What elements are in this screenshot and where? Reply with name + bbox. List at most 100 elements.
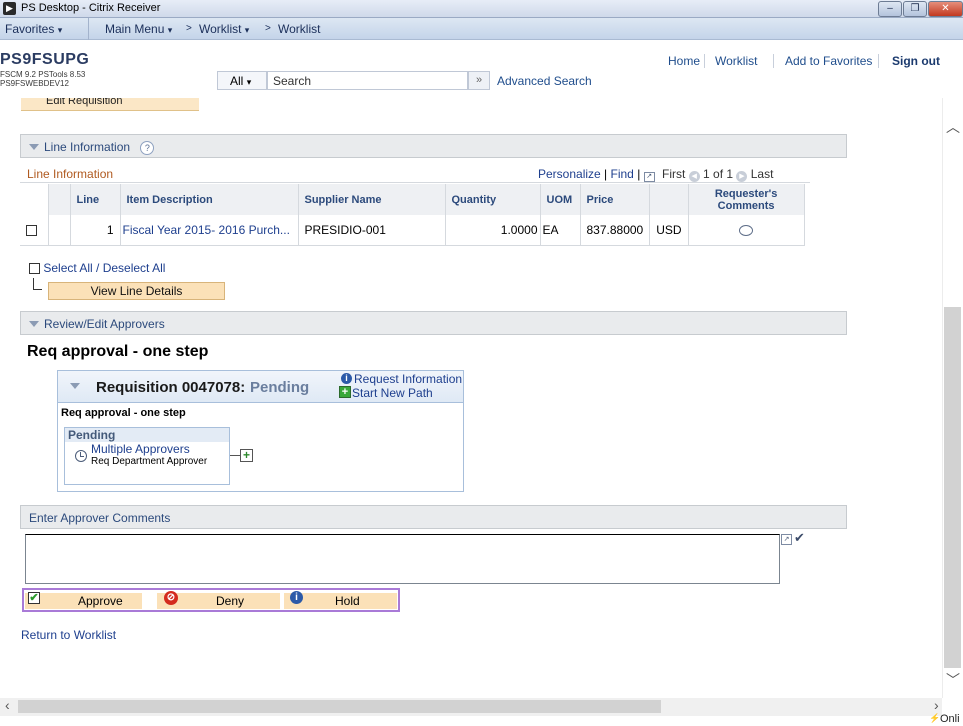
content-area: Edit Requisition Line Information ? Line… (0, 98, 942, 698)
approver-comments-textarea[interactable] (25, 534, 780, 584)
search-go-button[interactable]: » (468, 71, 490, 90)
select-all-checkbox[interactable] (29, 263, 40, 275)
deny-button[interactable]: Deny (216, 594, 244, 608)
line-grid-header-bar: Line Information Personalize | Find | ↗ … (20, 164, 810, 183)
breadcrumb-separator-icon: > (186, 23, 192, 34)
clock-icon (75, 450, 87, 462)
column-header-uom: UOM (540, 184, 581, 215)
approval-path-title: Req approval - one step (61, 407, 186, 419)
select-all-link[interactable]: Select All / Deselect All (43, 261, 165, 275)
approve-button[interactable]: Approve (78, 594, 123, 608)
link-divider (773, 54, 774, 68)
add-to-favorites-link[interactable]: Add to Favorites (785, 54, 872, 68)
comment-bubble-icon[interactable] (739, 225, 754, 237)
vertical-scroll-thumb[interactable] (944, 307, 961, 668)
home-link[interactable]: Home (668, 54, 700, 68)
review-approvers-section-header[interactable]: Review/Edit Approvers (20, 311, 847, 335)
column-header-currency (649, 184, 689, 215)
connector-line (230, 455, 240, 456)
column-header-price: Price (580, 184, 651, 215)
breadcrumb-worklist-menu[interactable]: Worklist ▾ (199, 22, 249, 36)
line-number: 1 (70, 215, 121, 246)
collapse-triangle-icon[interactable] (70, 383, 80, 389)
find-link[interactable]: Find (611, 167, 634, 181)
chevron-down-icon: ▾ (244, 25, 250, 35)
approve-check-icon: ✔ (28, 592, 40, 604)
last-label[interactable]: Last (751, 167, 774, 181)
item-description-link[interactable]: Fiscal Year 2015- 2016 Purch... (120, 215, 299, 246)
column-header-supplier: Supplier Name (298, 184, 446, 215)
previous-icon[interactable]: ◀ (688, 171, 700, 182)
system-name: PS9FSUPG (0, 51, 90, 68)
row-count: 1 of 1 (703, 167, 734, 181)
close-button[interactable]: ✕ (928, 1, 963, 17)
select-column-header (20, 184, 49, 215)
info-icon: i (341, 373, 352, 384)
chevron-down-icon: ▾ (167, 25, 173, 35)
chevron-down-icon: ▾ (246, 77, 252, 87)
scroll-left-icon[interactable]: ‹ (5, 697, 10, 713)
spacer-cell (48, 215, 71, 246)
spacer-column-header (48, 184, 71, 215)
advanced-search-link[interactable]: Advanced Search (497, 74, 592, 88)
scroll-right-icon[interactable]: › (934, 697, 939, 713)
collapse-triangle-icon (29, 144, 39, 150)
main-menu[interactable]: Main Menu ▾ (105, 22, 172, 36)
edit-requisition-tab[interactable]: Edit Requisition (21, 98, 199, 111)
multiple-approvers-link[interactable]: Multiple Approvers (91, 442, 190, 456)
hold-button[interactable]: Hold (335, 594, 360, 608)
quantity: 1.0000 (445, 215, 541, 246)
add-approver-icon[interactable]: + (240, 449, 253, 462)
currency: USD (649, 215, 689, 246)
approver-comments-section-header: Enter Approver Comments (20, 505, 847, 529)
chevron-down-icon: ▾ (57, 25, 63, 35)
horizontal-scroll-thumb[interactable] (18, 700, 661, 713)
expand-textarea-icon[interactable]: ↗ (781, 534, 792, 545)
column-header-line: Line (70, 184, 121, 215)
scroll-down-icon[interactable]: ﹀ (946, 670, 960, 690)
spell-check-icon[interactable]: ✔ (794, 530, 805, 546)
scroll-up-icon[interactable]: ︿ (946, 117, 960, 137)
start-new-path-link[interactable]: Start New Path (352, 386, 433, 400)
view-line-details-button[interactable]: View Line Details (48, 282, 225, 300)
network-status-icon: ⚡ (929, 713, 941, 723)
link-divider (878, 54, 879, 68)
personalize-link[interactable]: Personalize (538, 167, 601, 181)
stage-status: Pending (65, 428, 229, 442)
favorites-menu[interactable]: Favorites ▾ (5, 22, 62, 36)
breadcrumb-worklist[interactable]: Worklist (278, 22, 320, 36)
select-all-row: Select All / Deselect All (29, 261, 165, 275)
request-information-link[interactable]: Request Information (354, 372, 462, 386)
uom: EA (540, 215, 581, 246)
collapse-triangle-icon (29, 321, 39, 327)
approval-map-header: Requisition 0047078: Pending i Request I… (58, 371, 463, 403)
minimize-button[interactable]: – (878, 1, 902, 17)
approval-process-heading: Req approval - one step (27, 343, 209, 360)
section-title: Line Information (44, 140, 131, 154)
row-select-checkbox[interactable] (26, 225, 37, 237)
approval-map: Requisition 0047078: Pending i Request I… (57, 370, 464, 492)
requester-comments-cell (688, 215, 805, 246)
table-row: 1 Fiscal Year 2015- 2016 Purch... PRESID… (20, 215, 805, 246)
column-header-requester-comments: Requester's Comments (688, 184, 805, 215)
next-icon[interactable]: ▶ (736, 171, 748, 182)
maximize-button[interactable]: ❐ (903, 1, 927, 17)
navigation-bar: Favorites ▾ Main Menu ▾ > Worklist ▾ > W… (0, 18, 963, 40)
first-label[interactable]: First (662, 167, 685, 181)
sign-out-link[interactable]: Sign out (892, 54, 940, 68)
clock-hand (80, 456, 84, 457)
search-scope-select[interactable]: All ▾ (217, 71, 267, 90)
worklist-link[interactable]: Worklist (715, 54, 757, 68)
nav-divider (88, 18, 89, 40)
citrix-icon: ▶ (3, 2, 16, 15)
search-scope-value: All (230, 74, 244, 88)
help-icon[interactable]: ? (140, 141, 155, 155)
search-input[interactable]: Search (267, 71, 468, 90)
add-path-icon[interactable]: + (339, 386, 351, 398)
system-server: PS9FSWEBDEV12 (0, 79, 69, 88)
window-title-bar: ▶ PS Desktop - Citrix Receiver – ❐ ✕ (0, 0, 963, 18)
return-to-worklist-link[interactable]: Return to Worklist (21, 628, 116, 642)
deny-icon: ⊘ (164, 591, 178, 605)
line-information-section-header[interactable]: Line Information ? (20, 134, 847, 158)
view-all-icon[interactable]: ↗ (643, 172, 655, 182)
